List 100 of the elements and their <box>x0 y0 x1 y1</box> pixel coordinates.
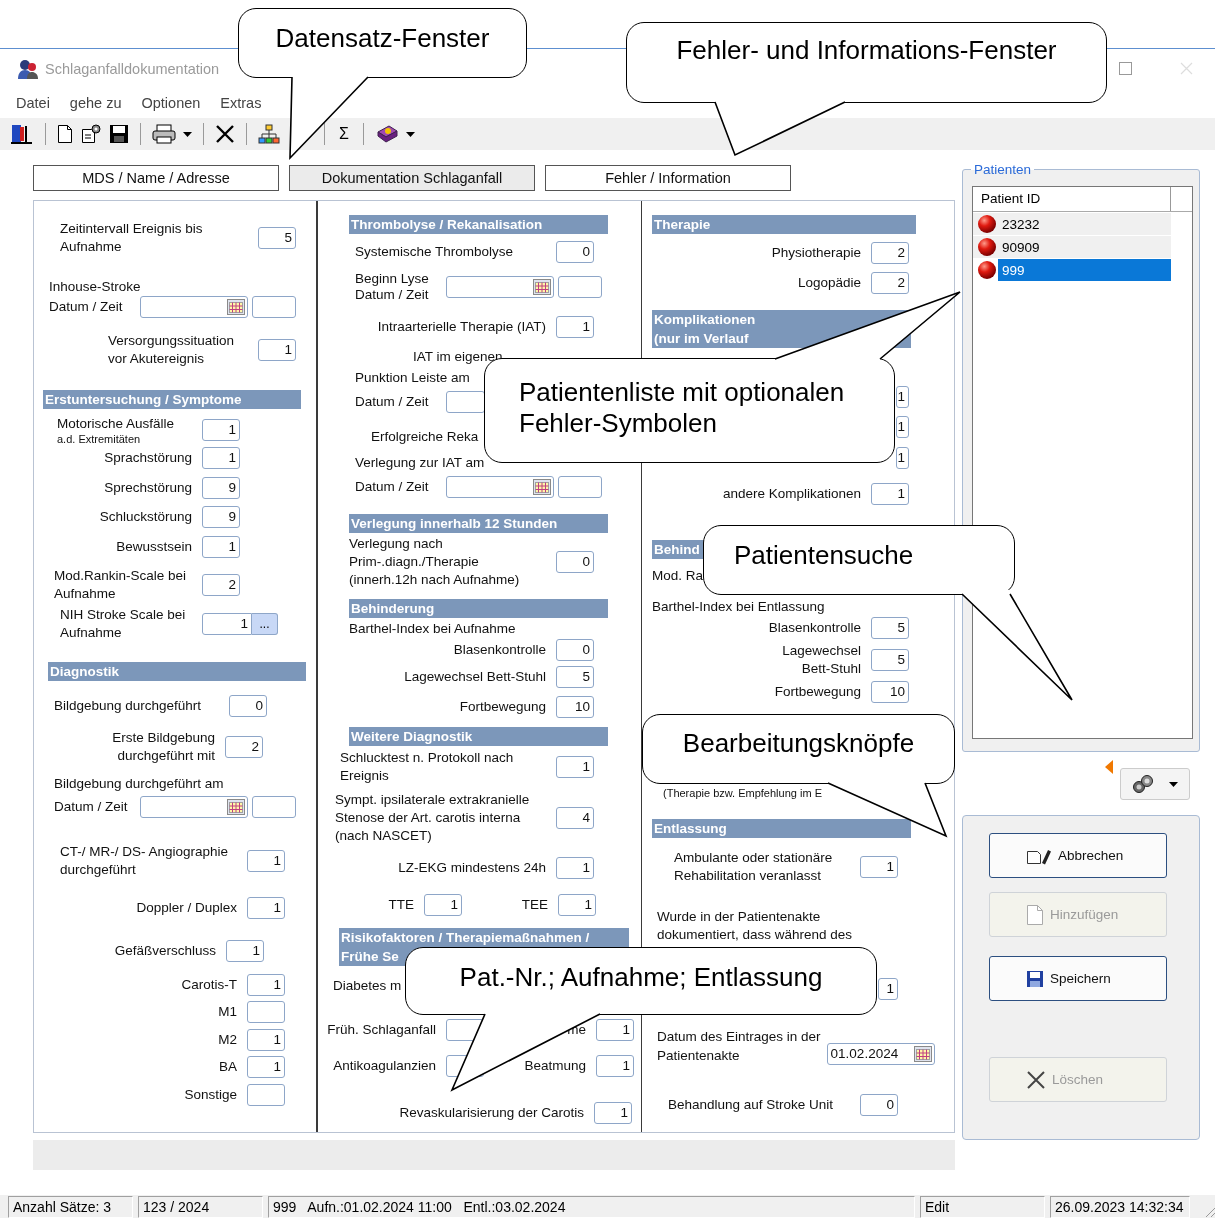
calendar-icon[interactable] <box>227 299 245 315</box>
value-field[interactable]: 1 <box>202 447 240 469</box>
caret-icon[interactable] <box>405 131 415 137</box>
caret-icon[interactable] <box>1169 781 1179 787</box>
maximize-icon[interactable] <box>1119 62 1132 75</box>
value-field[interactable]: 0 <box>556 639 594 661</box>
value-field[interactable] <box>247 1084 285 1106</box>
value-field[interactable]: 0 <box>860 1094 898 1116</box>
time-field[interactable] <box>252 796 296 818</box>
time-field[interactable] <box>558 276 602 298</box>
value-field[interactable]: 5 <box>556 666 594 688</box>
value-field[interactable]: 0 <box>556 551 594 573</box>
value-field[interactable]: 1 <box>247 897 285 919</box>
door-icon[interactable] <box>10 123 34 145</box>
column-header[interactable]: Patient ID <box>973 187 1171 211</box>
value-field[interactable]: 1 <box>247 1056 285 1078</box>
value-field[interactable]: 1 <box>226 940 264 962</box>
value-field[interactable]: 5 <box>871 649 909 671</box>
value-field[interactable]: 1 <box>202 536 240 558</box>
value-field[interactable]: 1 <box>896 447 909 469</box>
value-field[interactable]: 2 <box>202 574 240 596</box>
date-field[interactable] <box>140 796 248 818</box>
value-field[interactable]: 4 <box>556 807 594 829</box>
delete-icon[interactable] <box>215 124 235 144</box>
value-field[interactable]: 1 <box>896 416 909 438</box>
value-field[interactable]: 1 <box>556 756 594 778</box>
save-button[interactable]: Speichern <box>989 956 1167 1001</box>
value-field[interactable]: 1 <box>556 316 594 338</box>
value-field[interactable] <box>247 1001 285 1023</box>
field-label: M1 <box>217 1003 237 1021</box>
save-icon[interactable] <box>109 124 129 144</box>
field-label: Zeitintervall Ereignis bis Aufnahme <box>60 220 204 256</box>
caret-icon[interactable] <box>183 131 192 137</box>
value-field[interactable]: 9 <box>202 506 240 528</box>
value-field[interactable]: 0 <box>556 241 594 263</box>
value-field[interactable]: 9 <box>202 477 240 499</box>
field-label: BA <box>218 1058 237 1076</box>
printer-icon[interactable] <box>152 124 176 144</box>
value-field[interactable]: 1 <box>202 419 240 441</box>
date-field[interactable] <box>140 296 248 318</box>
value-field[interactable]: 0 <box>229 695 267 717</box>
value-field[interactable]: 10 <box>556 696 594 718</box>
properties-icon[interactable] <box>80 124 102 144</box>
calendar-icon[interactable] <box>533 279 551 295</box>
value-field[interactable]: 2 <box>871 242 909 264</box>
tab[interactable]: Dokumentation Schlaganfall <box>289 165 535 191</box>
time-field[interactable] <box>252 296 296 318</box>
tab[interactable]: Fehler / Information <box>545 165 791 191</box>
date-field[interactable] <box>446 276 554 298</box>
calendar-icon[interactable] <box>227 799 245 815</box>
value-field[interactable]: 1 <box>247 974 285 996</box>
list-item[interactable]: 90909 <box>973 236 1171 258</box>
value-field[interactable]: 1 <box>860 856 898 878</box>
menu-item[interactable]: Optionen <box>135 95 207 111</box>
document-icon[interactable] <box>57 124 73 144</box>
value-field[interactable]: 1 <box>556 857 594 879</box>
left-arrow-icon[interactable] <box>1105 760 1113 774</box>
tab[interactable]: MDS / Name / Adresse <box>33 165 279 191</box>
value-field[interactable]: 1 <box>594 1102 632 1124</box>
value-field[interactable]: 1 <box>871 483 909 505</box>
calendar-icon[interactable] <box>533 479 551 495</box>
section-header: Erstuntersuchung / Symptome <box>43 390 301 409</box>
value-field[interactable]: 1 <box>424 894 462 916</box>
value-field[interactable]: 1 <box>202 613 252 635</box>
search-button[interactable] <box>1120 768 1190 800</box>
field-label: Ambulante oder stationäre Rehabilitation veranlasst <box>674 849 834 885</box>
binoculars-icon[interactable] <box>1131 774 1156 794</box>
value-field[interactable]: 1 <box>258 339 296 361</box>
ellipsis-button[interactable]: ... <box>252 613 278 635</box>
menu-item[interactable]: Extras <box>214 95 268 111</box>
value-field[interactable]: 1 <box>596 1055 634 1077</box>
value-field[interactable]: 1 <box>247 1029 285 1051</box>
value-field[interactable]: 2 <box>871 272 909 294</box>
field-sublabel: a.d. Extremitäten <box>57 433 142 445</box>
date-field[interactable]: 01.02.2024 <box>826 1043 935 1065</box>
field-label: Verlegung nach Prim-.diagn./Therapie (innerh.12h nach Aufnahme) <box>349 535 521 589</box>
time-field[interactable] <box>558 476 602 498</box>
field-label: TEE <box>520 896 548 914</box>
value-field[interactable]: 5 <box>871 617 909 639</box>
value-field[interactable]: 2 <box>225 736 263 758</box>
value-field[interactable]: 1 <box>896 386 909 408</box>
cancel-button[interactable]: Abbrechen <box>989 833 1167 878</box>
date-field[interactable] <box>446 476 554 498</box>
list-item[interactable]: 23232 <box>973 213 1171 235</box>
date-field[interactable] <box>446 391 485 413</box>
value-field[interactable]: 1 <box>247 850 285 872</box>
field-label: Mod.Rankin-Scale bei Aufnahme <box>54 567 188 603</box>
menu-item[interactable]: Datei <box>10 95 56 111</box>
value-field[interactable]: 1 <box>558 894 596 916</box>
calendar-icon[interactable] <box>913 1046 932 1062</box>
sum-button[interactable]: Σ <box>336 125 352 143</box>
value-field[interactable]: 1 <box>596 1019 634 1041</box>
hierarchy-icon[interactable] <box>258 124 280 144</box>
field-label: Logopädie <box>796 274 861 292</box>
value-field[interactable]: 10 <box>871 681 909 703</box>
menu-item[interactable]: gehe zu <box>63 95 128 111</box>
field-label: Datum / Zeit <box>49 299 124 315</box>
field-label: Sprachstörung <box>103 449 192 467</box>
value-field[interactable]: 5 <box>258 227 296 249</box>
value-field[interactable]: 1 <box>878 978 898 1000</box>
